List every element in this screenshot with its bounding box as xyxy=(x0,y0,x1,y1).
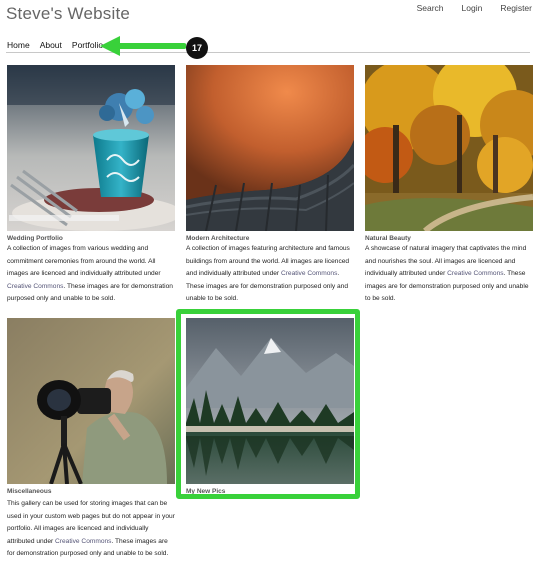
main-nav: Home About Portfolio xyxy=(7,40,103,50)
top-links: Search Login Register xyxy=(417,3,532,13)
nav-item-about[interactable]: About xyxy=(40,40,62,50)
register-link[interactable]: Register xyxy=(500,3,532,13)
gallery-description: A collection of images from various wedd… xyxy=(7,243,175,306)
gallery-thumbnail[interactable] xyxy=(7,318,175,484)
gallery-title[interactable]: Wedding Portfolio xyxy=(7,235,63,242)
gallery-description: A collection of images featuring archite… xyxy=(186,243,354,306)
gallery-title[interactable]: Modern Architecture xyxy=(186,235,249,242)
annotation-arrow-icon xyxy=(100,36,186,56)
creative-commons-link[interactable]: Creative Commons xyxy=(447,270,503,277)
gallery-description: A showcase of natural imagery that capti… xyxy=(365,243,533,306)
site-title[interactable]: Steve's Website xyxy=(6,4,130,24)
description-text: A collection of images from various wedd… xyxy=(7,245,161,277)
gallery-thumbnail[interactable] xyxy=(7,65,175,231)
login-link[interactable]: Login xyxy=(462,3,483,13)
creative-commons-link[interactable]: Creative Commons xyxy=(7,283,63,290)
gallery-title[interactable]: Miscellaneous xyxy=(7,488,51,495)
nav-item-home[interactable]: Home xyxy=(7,40,30,50)
creative-commons-link[interactable]: Creative Commons xyxy=(55,538,111,545)
gallery-thumbnail[interactable] xyxy=(365,65,533,231)
gallery-thumbnail[interactable] xyxy=(186,65,354,231)
gallery-title[interactable]: Natural Beauty xyxy=(365,235,411,242)
nav-divider xyxy=(6,52,530,53)
nav-item-portfolio[interactable]: Portfolio xyxy=(72,40,103,50)
creative-commons-link[interactable]: Creative Commons xyxy=(281,270,337,277)
search-link[interactable]: Search xyxy=(417,3,444,13)
step-badge: 17 xyxy=(186,37,208,59)
annotation-highlight-box xyxy=(176,309,360,499)
gallery-description: This gallery can be used for storing ima… xyxy=(7,498,175,561)
